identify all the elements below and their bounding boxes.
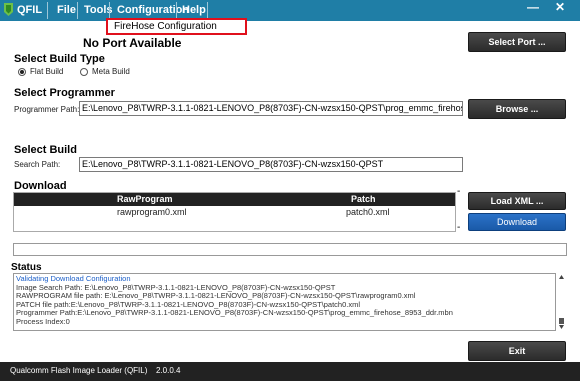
browse-button[interactable]: Browse ...: [468, 99, 566, 119]
patch-cell: patch0.xml: [346, 207, 390, 217]
flat-build-label: Flat Build: [30, 67, 64, 76]
radio-selected-dot: [20, 70, 24, 74]
build-type-heading: Select Build Type: [14, 53, 105, 65]
app-title: QFIL: [17, 4, 43, 16]
select-build-heading: Select Build: [14, 144, 77, 156]
load-xml-button[interactable]: Load XML ...: [468, 192, 566, 210]
status-scrollbar[interactable]: [556, 273, 567, 331]
meta-build-label: Meta Build: [92, 67, 130, 76]
table-header: RawProgram Patch: [14, 193, 455, 206]
status-line: Process Index:0: [16, 316, 70, 326]
menu-file[interactable]: File: [57, 4, 76, 16]
footer-version: 2.0.0.4: [156, 366, 181, 375]
menu-separator: [176, 2, 177, 19]
configuration-dropdown: FireHose Configuration: [106, 18, 247, 35]
footer-app-name: Qualcomm Flash Image Loader (QFIL): [10, 366, 148, 375]
table-scroll-down[interactable]: -: [457, 222, 460, 233]
title-bar: QFIL File Tools Configuration Help — ✕: [0, 0, 580, 21]
minimize-button[interactable]: —: [526, 1, 540, 15]
menu-separator: [207, 2, 208, 19]
menu-help[interactable]: Help: [182, 4, 206, 16]
search-path-field[interactable]: E:\Lenovo_P8\TWRP-3.1.1-0821-LENOVO_P8(8…: [79, 157, 463, 172]
programmer-path-label: Programmer Path:: [14, 105, 80, 114]
download-heading: Download: [14, 180, 67, 192]
port-status: No Port Available: [83, 36, 182, 50]
status-line: Programmer Path:E:\Lenovo_P8\TWRP-3.1.1-…: [16, 308, 453, 318]
column-header-patch[interactable]: Patch: [351, 194, 376, 204]
menu-separator: [109, 2, 110, 19]
exit-button[interactable]: Exit: [468, 341, 566, 361]
column-header-rawprogram[interactable]: RawProgram: [117, 194, 173, 204]
menu-configuration[interactable]: Configuration: [117, 4, 189, 16]
status-log[interactable]: Validating Download Configuration Image …: [13, 273, 556, 331]
programmer-heading: Select Programmer: [14, 87, 115, 99]
meta-build-radio[interactable]: [80, 68, 88, 76]
rawprogram-cell: rawprogram0.xml: [117, 207, 187, 217]
app-logo-icon: [4, 3, 13, 16]
status-bar: Qualcomm Flash Image Loader (QFIL) 2.0.0…: [0, 362, 580, 381]
menu-item-firehose-configuration[interactable]: FireHose Configuration: [114, 21, 217, 32]
flat-build-radio[interactable]: [18, 68, 26, 76]
download-table: RawProgram Patch rawprogram0.xml patch0.…: [13, 192, 456, 232]
table-row[interactable]: rawprogram0.xml patch0.xml: [14, 206, 455, 219]
close-button[interactable]: ✕: [553, 1, 567, 15]
menu-separator: [77, 2, 78, 19]
programmer-path-field[interactable]: E:\Lenovo_P8\TWRP-3.1.1-0821-LENOVO_P8(8…: [79, 101, 463, 116]
table-scroll-up[interactable]: -: [457, 186, 460, 197]
menu-separator: [47, 2, 48, 19]
download-button[interactable]: Download: [468, 213, 566, 231]
progress-bar: [13, 243, 567, 256]
search-path-label: Search Path:: [14, 160, 61, 169]
select-port-button[interactable]: Select Port ...: [468, 32, 566, 52]
status-heading: Status: [11, 262, 42, 273]
